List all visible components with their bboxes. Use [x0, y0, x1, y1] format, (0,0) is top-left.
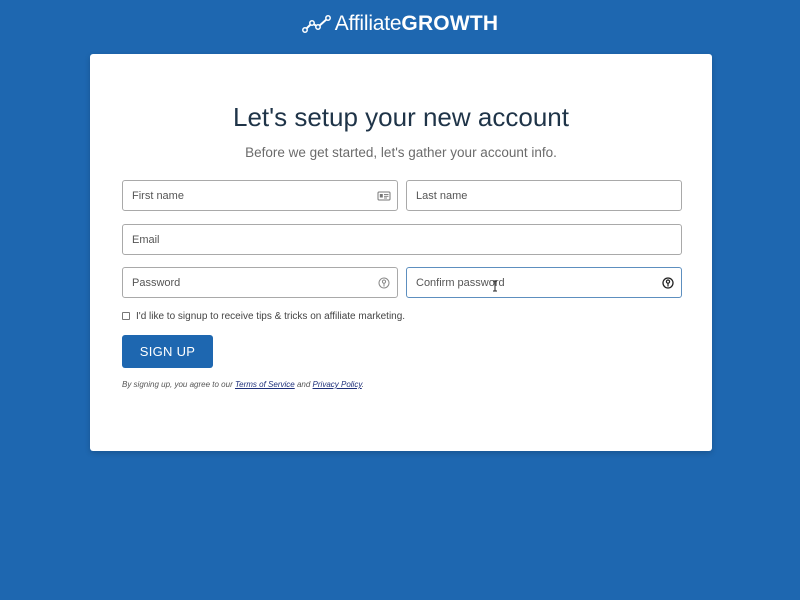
brand-logo: Affiliate GROWTH [0, 10, 800, 38]
password-field-wrapper [122, 267, 398, 298]
terms-notice: By signing up, you agree to our Terms of… [122, 380, 364, 389]
terms-suffix: . [361, 380, 364, 389]
password-key-icon [377, 276, 391, 290]
terms-of-service-link[interactable]: Terms of Service [235, 380, 295, 389]
email-input[interactable] [123, 225, 681, 254]
password-input[interactable] [123, 268, 397, 297]
page-subtitle: Before we get started, let's gather your… [245, 145, 557, 160]
text-cursor-icon [492, 279, 498, 292]
trend-line-icon [301, 14, 332, 34]
terms-prefix: By signing up, you agree to our [122, 380, 233, 389]
privacy-policy-link[interactable]: Privacy Policy [313, 380, 362, 389]
email-field-wrapper [122, 224, 682, 255]
password-key-icon [661, 276, 675, 290]
newsletter-option[interactable]: I'd like to signup to receive tips & tri… [122, 309, 405, 323]
sign-up-button[interactable]: SIGN UP [122, 335, 213, 368]
brand-name-light: Affiliate [334, 12, 402, 35]
signup-card: Let's setup your new account Before we g… [90, 54, 712, 451]
confirm-password-input[interactable] [407, 268, 681, 297]
page-title: Let's setup your new account [233, 102, 569, 132]
last-name-input[interactable] [407, 181, 681, 210]
newsletter-checkbox[interactable] [122, 312, 130, 320]
terms-and: and [296, 380, 311, 389]
contact-card-icon [377, 189, 391, 203]
newsletter-label: I'd like to signup to receive tips & tri… [136, 310, 406, 322]
last-name-field-wrapper [406, 180, 682, 211]
first-name-input[interactable] [123, 181, 397, 210]
confirm-password-field-wrapper [406, 267, 682, 298]
brand-name-bold: GROWTH [401, 12, 499, 35]
first-name-field-wrapper [122, 180, 398, 211]
